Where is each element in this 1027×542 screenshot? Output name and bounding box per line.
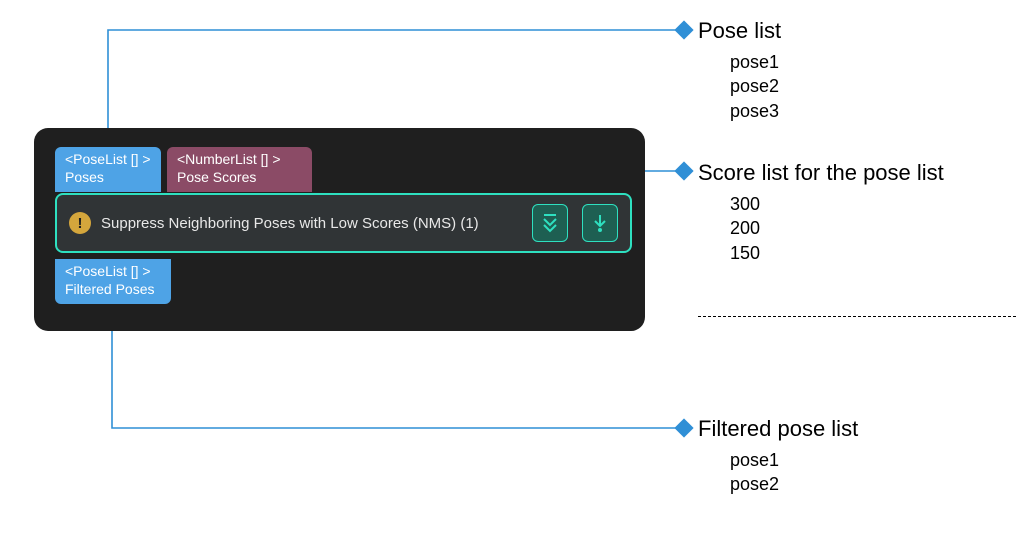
annotation-filtered-list: Filtered pose list pose1 pose2 [698,416,858,497]
annotation-heading: Pose list [698,18,781,44]
port-name-label: Filtered Poses [65,281,161,299]
node-suppress-nms[interactable]: ! Suppress Neighboring Poses with Low Sc… [55,193,632,253]
list-item: 200 [730,216,944,240]
list-item: pose2 [730,74,781,98]
annotation-separator [698,316,1016,317]
chevrons-down-icon [541,213,559,233]
annotation-score-list: Score list for the pose list 300 200 150 [698,160,944,265]
annotation-items: pose1 pose2 [698,448,858,497]
warning-icon: ! [69,212,91,234]
annotation-items: 300 200 150 [698,192,944,265]
list-item: 300 [730,192,944,216]
port-name-label: Poses [65,169,151,187]
annotation-heading: Filtered pose list [698,416,858,442]
port-type-label: <PoseList [] > [65,263,161,281]
annotation-heading: Score list for the pose list [698,160,944,186]
port-type-label: <PoseList [] > [65,151,151,169]
node-title: Suppress Neighboring Poses with Low Scor… [101,215,518,232]
list-item: pose2 [730,472,858,496]
list-item: pose1 [730,448,858,472]
port-name-label: Pose Scores [177,169,302,187]
arrow-down-into-icon [591,213,609,233]
input-port-poses[interactable]: <PoseList [] > Poses [55,147,161,192]
input-port-pose-scores[interactable]: <NumberList [] > Pose Scores [167,147,312,192]
annotation-items: pose1 pose2 pose3 [698,50,781,123]
list-item: 150 [730,241,944,265]
output-port-filtered-poses[interactable]: <PoseList [] > Filtered Poses [55,259,171,304]
port-type-label: <NumberList [] > [177,151,302,169]
collapse-button[interactable] [532,204,568,242]
list-item: pose3 [730,99,781,123]
list-item: pose1 [730,50,781,74]
step-into-button[interactable] [582,204,618,242]
annotation-pose-list: Pose list pose1 pose2 pose3 [698,18,781,123]
